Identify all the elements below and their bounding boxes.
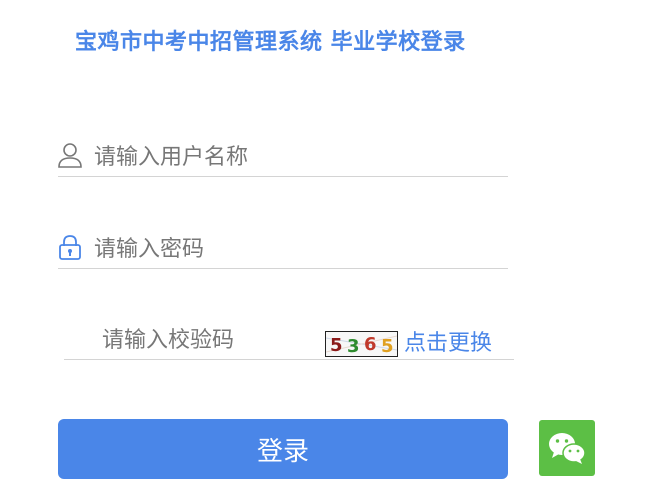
captcha-image[interactable]: 5 3 6 5: [325, 331, 398, 357]
captcha-digit: 3: [347, 336, 360, 356]
page-title: 宝鸡市中考中招管理系统 毕业学校登录: [75, 30, 466, 55]
captcha-digit: 5: [330, 335, 343, 356]
captcha-digit: 6: [364, 334, 377, 355]
lock-icon: [58, 234, 82, 260]
captcha-input[interactable]: [102, 323, 312, 357]
captcha-field: 5 3 6 5 点击更换: [64, 323, 514, 360]
password-field: [58, 232, 508, 269]
username-field: [58, 140, 508, 177]
user-icon: [58, 142, 82, 168]
login-page: 宝鸡市中考中招管理系统 毕业学校登录 5: [0, 0, 646, 504]
wechat-login-button[interactable]: [539, 420, 595, 476]
username-input[interactable]: [94, 140, 494, 174]
refresh-captcha-link[interactable]: 点击更换: [404, 325, 492, 357]
login-button[interactable]: 登录: [58, 419, 508, 479]
captcha-digit: 5: [381, 336, 394, 356]
password-input[interactable]: [94, 232, 494, 266]
wechat-icon: [549, 433, 586, 464]
